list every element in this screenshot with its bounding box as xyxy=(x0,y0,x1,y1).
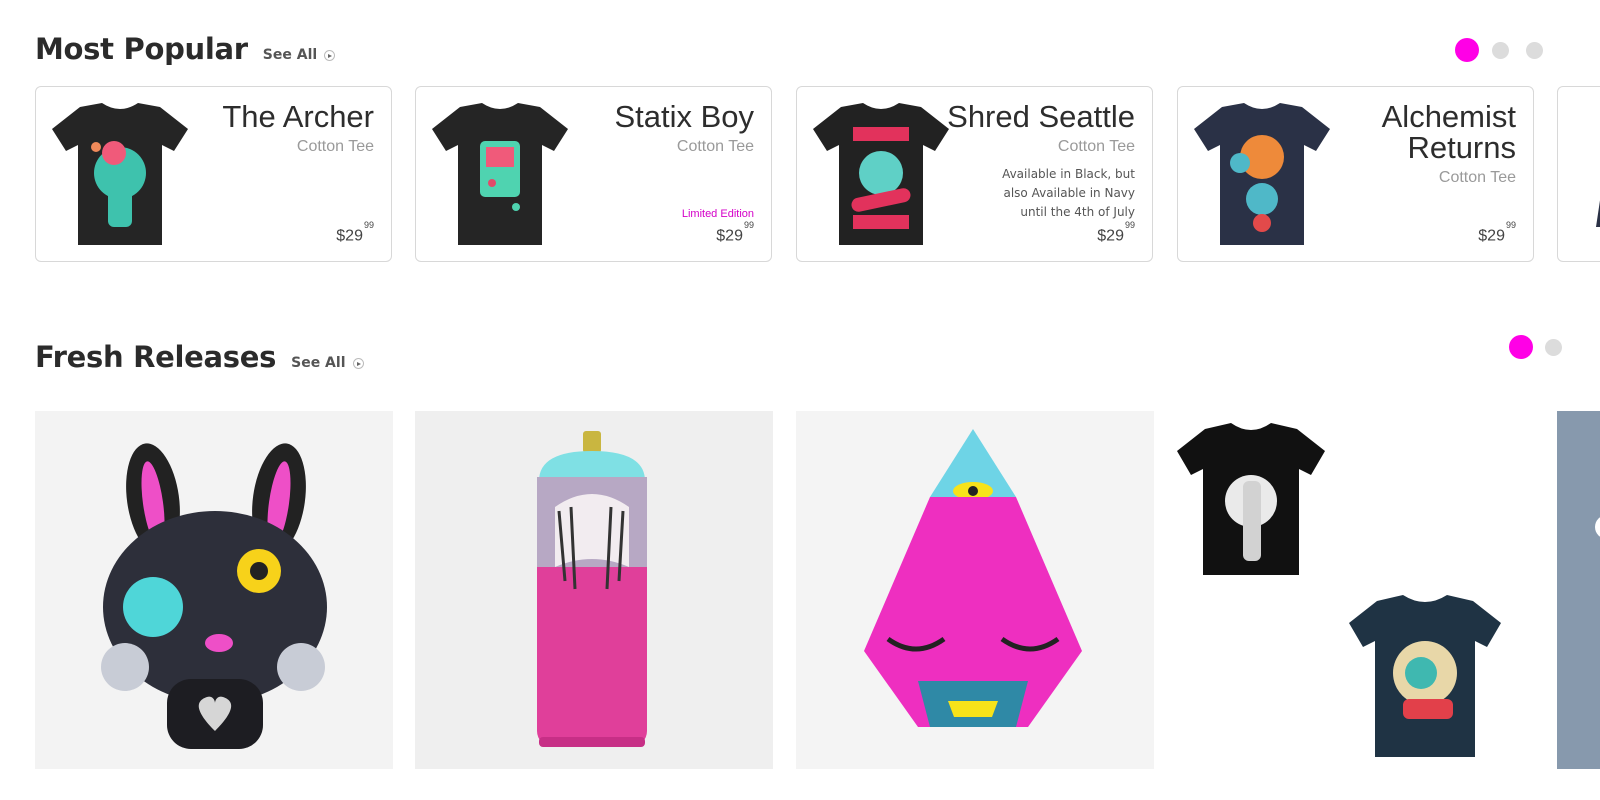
page-dot-3[interactable] xyxy=(1526,41,1543,59)
see-all-link[interactable]: See All xyxy=(262,47,336,63)
page-dot-1[interactable] xyxy=(1455,38,1479,62)
tshirt-image xyxy=(1596,200,1600,227)
product-card[interactable]: Shred Seattle Cotton Tee Available in Bl… xyxy=(796,86,1153,262)
carousel-pagination xyxy=(1509,335,1562,359)
limited-edition-badge: Limited Edition xyxy=(681,208,754,220)
product-card-partial[interactable] xyxy=(1557,86,1600,262)
tshirt-image xyxy=(432,103,568,245)
page-dot-2[interactable] xyxy=(1492,41,1509,59)
product-type: Cotton Tee xyxy=(676,138,754,155)
tshirt-image xyxy=(1194,103,1330,245)
product-type: Cotton Tee xyxy=(1438,169,1516,186)
product-name: Shred Seattle xyxy=(947,99,1135,134)
fresh-releases-header: Fresh Releases See All xyxy=(35,340,364,374)
page-dot-1[interactable] xyxy=(1509,335,1533,359)
see-all-label: See All xyxy=(262,47,318,63)
tshirt-image xyxy=(813,103,949,245)
section-title: Fresh Releases xyxy=(35,340,277,374)
section-title: Most Popular xyxy=(35,32,248,66)
bunny-toy-image xyxy=(35,411,393,769)
product-card[interactable]: The Archer Cotton Tee $2999 xyxy=(35,86,392,262)
product-price: $2999 xyxy=(1478,219,1516,244)
pyramid-sculpture-image xyxy=(796,411,1154,769)
spray-can-image xyxy=(415,411,773,769)
see-all-link[interactable]: See All xyxy=(291,355,364,371)
tshirt-duo-image xyxy=(1177,411,1535,769)
product-price: $2999 xyxy=(336,219,374,244)
release-tile-tees[interactable] xyxy=(1177,411,1535,769)
see-all-label: See All xyxy=(291,355,346,371)
release-tile-pyramid[interactable] xyxy=(796,411,1154,769)
release-tile-bunny[interactable] xyxy=(35,411,393,769)
partial-product-image xyxy=(1557,411,1600,769)
product-price: $2999 xyxy=(1097,219,1135,244)
page-dot-2[interactable] xyxy=(1545,338,1562,356)
product-description: Available in Black, but also Available i… xyxy=(1002,167,1135,219)
product-name: The Archer xyxy=(222,99,374,134)
arrow-right-icon xyxy=(324,49,336,61)
tshirt-image xyxy=(52,103,188,245)
arrow-right-icon xyxy=(352,357,364,369)
product-type: Cotton Tee xyxy=(1057,138,1135,155)
most-popular-header: Most Popular See All xyxy=(35,32,336,66)
product-card[interactable]: Statix Boy Cotton Tee Limited Edition $2… xyxy=(415,86,772,262)
product-type: Cotton Tee xyxy=(296,138,374,155)
carousel-pagination xyxy=(1455,38,1543,62)
product-card[interactable]: Alchemist Returns Cotton Tee $2999 xyxy=(1177,86,1534,262)
release-tile-partial[interactable] xyxy=(1557,411,1600,769)
product-name: Statix Boy xyxy=(614,99,754,134)
product-price: $2999 xyxy=(716,219,754,244)
product-name: Alchemist Returns xyxy=(1381,99,1516,165)
release-tile-spray-can[interactable] xyxy=(415,411,773,769)
